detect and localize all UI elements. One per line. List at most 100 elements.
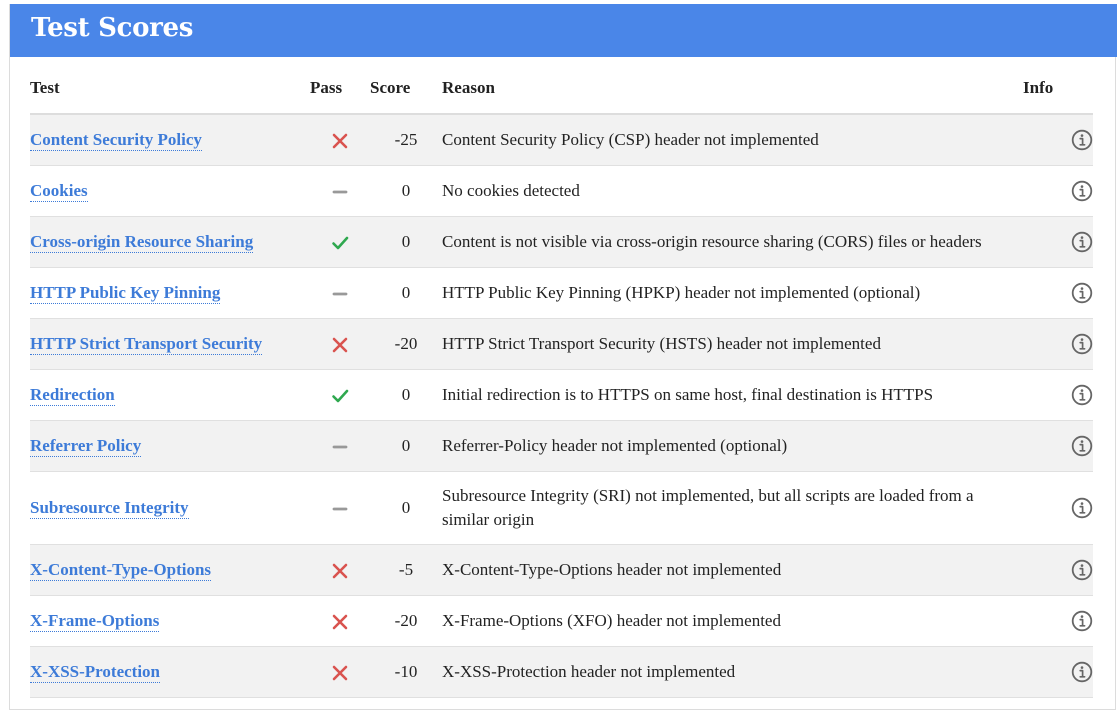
dash-icon xyxy=(332,292,348,296)
info-circle-icon[interactable] xyxy=(1071,180,1093,202)
cross-icon xyxy=(332,133,348,149)
info-cell xyxy=(1023,216,1093,268)
reason-cell: Referrer-Policy header not implemented (… xyxy=(442,420,1023,472)
score-cell: -25 xyxy=(370,114,442,166)
score-cell: 0 xyxy=(370,165,442,217)
table-row: Subresource Integrity 0 Subresource Integr… xyxy=(30,471,1093,545)
info-circle-icon[interactable] xyxy=(1071,610,1093,632)
table-row: Cookies 0 No cookies detected xyxy=(30,165,1093,217)
test-cell: X-XSS-Protection xyxy=(30,646,310,698)
test-cell: HTTP Strict Transport Security xyxy=(30,318,310,370)
test-cell: Cookies xyxy=(30,165,310,217)
test-cell: Referrer Policy xyxy=(30,420,310,472)
info-cell xyxy=(1023,420,1093,472)
test-name-link[interactable]: X-XSS-Protection xyxy=(30,662,160,683)
table-row: Content Security Policy -25 Content Securi… xyxy=(30,114,1093,166)
reason-cell: Initial redirection is to HTTPS on same … xyxy=(442,369,1023,421)
info-circle-icon[interactable] xyxy=(1071,231,1093,253)
info-circle-icon[interactable] xyxy=(1071,497,1093,519)
dash-icon xyxy=(332,190,348,194)
table-row: HTTP Strict Transport Security -20 HTTP St… xyxy=(30,318,1093,370)
column-header-score: Score xyxy=(370,62,442,115)
info-circle-icon[interactable] xyxy=(1071,661,1093,683)
test-name-link[interactable]: Referrer Policy xyxy=(30,436,142,457)
info-circle-icon[interactable] xyxy=(1071,333,1093,355)
test-cell: Cross-origin Resource Sharing xyxy=(30,216,310,268)
test-cell: Redirection xyxy=(30,369,310,421)
reason-cell: X-XSS-Protection header not implemented xyxy=(442,646,1023,698)
check-icon xyxy=(332,389,349,403)
test-name-link[interactable]: X-Content-Type-Options xyxy=(30,560,212,581)
check-icon xyxy=(332,236,349,250)
test-name-link[interactable]: HTTP Public Key Pinning xyxy=(30,283,221,304)
table-row: HTTP Public Key Pinning 0 HTTP Public Key … xyxy=(30,267,1093,319)
info-circle-icon[interactable] xyxy=(1071,282,1093,304)
info-cell xyxy=(1023,114,1093,166)
dash-icon xyxy=(332,507,348,511)
test-name-link[interactable]: X-Frame-Options xyxy=(30,611,160,632)
test-name-link[interactable]: Cross-origin Resource Sharing xyxy=(30,232,254,253)
reason-cell: X-Content-Type-Options header not implem… xyxy=(442,544,1023,596)
test-name-link[interactable]: Cookies xyxy=(30,181,88,202)
table-row: Redirection 0 Initial redirection is to HT… xyxy=(30,369,1093,421)
pass-cell xyxy=(310,544,370,596)
score-cell: 0 xyxy=(370,420,442,472)
pass-cell xyxy=(310,216,370,268)
column-header-test: Test xyxy=(30,62,310,115)
info-circle-icon[interactable] xyxy=(1071,129,1093,151)
test-cell: X-Frame-Options xyxy=(30,595,310,647)
card-title: Test Scores xyxy=(31,13,194,43)
table-row: Cross-origin Resource Sharing 0 Content is… xyxy=(30,216,1093,268)
pass-cell xyxy=(310,595,370,647)
pass-cell xyxy=(310,646,370,698)
info-circle-icon[interactable] xyxy=(1071,435,1093,457)
test-cell: HTTP Public Key Pinning xyxy=(30,267,310,319)
info-cell xyxy=(1023,267,1093,319)
info-cell xyxy=(1023,165,1093,217)
table-row: Referrer Policy 0 Referrer-Policy header n… xyxy=(30,420,1093,472)
test-cell: Subresource Integrity xyxy=(30,471,310,545)
column-header-pass: Pass xyxy=(310,62,370,115)
score-cell: 0 xyxy=(370,216,442,268)
test-cell: X-Content-Type-Options xyxy=(30,544,310,596)
pass-cell xyxy=(310,165,370,217)
score-cell: 0 xyxy=(370,369,442,421)
cross-icon xyxy=(332,337,348,353)
score-cell: 0 xyxy=(370,471,442,545)
table-header-row: Test Pass Score Reason Info xyxy=(30,62,1093,115)
test-scores-table: Test Pass Score Reason Info Content Secu… xyxy=(30,62,1093,698)
reason-cell: No cookies detected xyxy=(442,165,1023,217)
table-row: X-Content-Type-Options -5 X-Content-Type-O… xyxy=(30,544,1093,596)
info-cell xyxy=(1023,369,1093,421)
info-cell xyxy=(1023,646,1093,698)
score-cell: -20 xyxy=(370,595,442,647)
table-row: X-Frame-Options -20 X-Frame-Options (XFO) … xyxy=(30,595,1093,647)
score-cell: -20 xyxy=(370,318,442,370)
column-header-reason: Reason xyxy=(442,62,1023,115)
table-row: X-XSS-Protection -10 X-XSS-Protection head… xyxy=(30,646,1093,698)
test-name-link[interactable]: HTTP Strict Transport Security xyxy=(30,334,263,355)
cross-icon xyxy=(332,665,348,681)
test-name-link[interactable]: Content Security Policy xyxy=(30,130,202,151)
cross-icon xyxy=(332,614,348,630)
info-cell xyxy=(1023,595,1093,647)
pass-cell xyxy=(310,267,370,319)
reason-cell: HTTP Public Key Pinning (HPKP) header no… xyxy=(442,267,1023,319)
pass-cell xyxy=(310,369,370,421)
info-cell xyxy=(1023,471,1093,545)
info-circle-icon[interactable] xyxy=(1071,559,1093,581)
test-scores-card: Test Scores Test Pass Score Reason Info … xyxy=(9,4,1117,710)
reason-cell: Content Security Policy (CSP) header not… xyxy=(442,114,1023,166)
info-cell xyxy=(1023,544,1093,596)
test-name-link[interactable]: Redirection xyxy=(30,385,115,406)
info-circle-icon[interactable] xyxy=(1071,384,1093,406)
pass-cell xyxy=(310,318,370,370)
pass-cell xyxy=(310,420,370,472)
reason-cell: Subresource Integrity (SRI) not implemen… xyxy=(442,471,1023,545)
pass-cell xyxy=(310,471,370,545)
test-name-link[interactable]: Subresource Integrity xyxy=(30,498,189,519)
score-cell: -10 xyxy=(370,646,442,698)
reason-cell: HTTP Strict Transport Security (HSTS) he… xyxy=(442,318,1023,370)
test-cell: Content Security Policy xyxy=(30,114,310,166)
card-header: Test Scores xyxy=(10,4,1117,57)
